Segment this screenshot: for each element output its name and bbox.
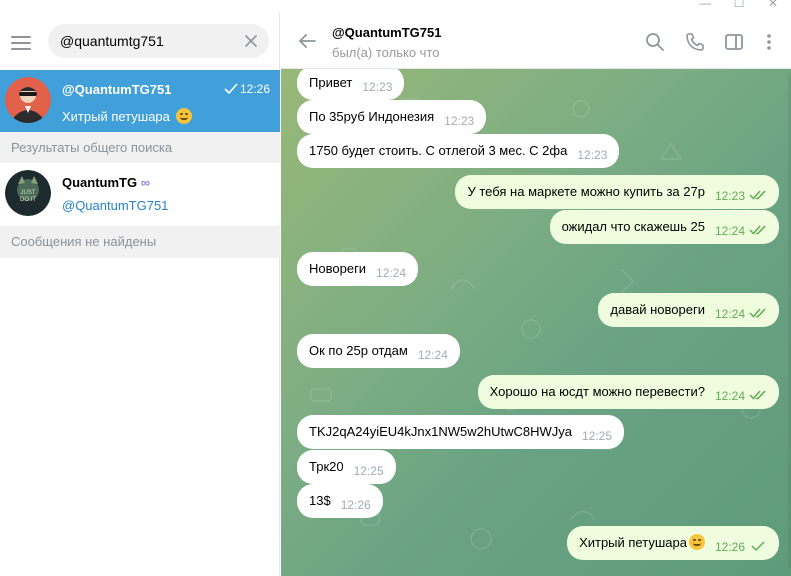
back-arrow-icon[interactable]: [297, 31, 317, 51]
message-bubble-outgoing[interactable]: ожидал что скажешь 25 12:24: [549, 210, 779, 244]
phone-icon[interactable]: [685, 32, 705, 52]
global-search-results-header: Результаты общего поиска: [0, 132, 280, 164]
avatar: [5, 77, 51, 123]
sidebar: @QuantumTG751 12:26 Хитрый петушара Резу…: [0, 12, 280, 576]
smiling-face-emoji-icon: [688, 534, 705, 550]
sidebar-header: [0, 12, 280, 70]
message-time: 12:25: [581, 429, 613, 443]
message-text: Трк20: [309, 459, 344, 474]
read-check-icon: [224, 83, 238, 95]
message-time: 12:24: [376, 266, 407, 280]
chat-time: 12:26: [239, 82, 270, 96]
message-time: 12:24: [714, 389, 745, 403]
sidebar-toggle-icon[interactable]: [724, 32, 744, 52]
message-text: TKJ2qA24yiEU4kJnx1NW5w2hUtwC8HWJya: [309, 424, 572, 439]
global-search-result[interactable]: JUST DO IT QuantumTG ∞ @QuantumTG751: [0, 163, 280, 225]
message-list[interactable]: Привет 12:23 По 35руб Индонезия 12:23 1750…: [281, 69, 791, 576]
message-text: 1750 будет стоить. С отлегой 3 мес. С 2ф…: [309, 143, 568, 158]
search-icon[interactable]: [645, 32, 665, 52]
message-time: 12:25: [353, 464, 384, 478]
svg-text:JUST: JUST: [21, 190, 36, 196]
message-text: давай новореги: [610, 302, 705, 317]
message-bubble-incoming[interactable]: Трк20 12:25: [297, 450, 396, 484]
chat-status: был(а) только что: [332, 45, 440, 60]
message-bubble-incoming[interactable]: Новореги 12:24: [297, 252, 419, 286]
search-input[interactable]: [60, 24, 240, 58]
message-text: ожидал что скажешь 25: [561, 219, 705, 234]
message-text: Хорошо на юсдт можно перевести?: [489, 384, 705, 399]
message-text: Привет: [309, 75, 353, 90]
message-bubble-outgoing[interactable]: Хитрый петушара 12:26: [567, 526, 779, 560]
minimize-button[interactable]: —: [690, 0, 720, 10]
message-bubble-incoming[interactable]: TKJ2qA24yiEU4kJnx1NW5w2hUtwC8HWJya 12:25: [297, 415, 625, 449]
message-text: Хитрый петушара: [579, 535, 687, 550]
window-titlebar: — ☐ ✕: [0, 0, 791, 12]
message-time: 12:24: [714, 224, 745, 238]
double-check-icon: [749, 390, 766, 400]
smiling-face-emoji-icon: [175, 108, 192, 124]
message-time: 12:24: [714, 307, 745, 321]
message-bubble-incoming[interactable]: Привет 12:23: [297, 69, 405, 100]
chat-panel: @QuantumTG751 был(а) только что Привет 1…: [281, 12, 791, 576]
message-bubble-incoming[interactable]: По 35руб Индонезия 12:23: [297, 100, 487, 134]
message-time: 12:23: [362, 80, 393, 94]
messages-not-found-header: Сообщения не найдены: [0, 226, 280, 258]
message-time: 12:23: [444, 114, 475, 128]
double-check-icon: [749, 225, 766, 235]
chat-item-active[interactable]: @QuantumTG751 12:26 Хитрый петушара: [0, 70, 280, 132]
message-bubble-outgoing[interactable]: давай новореги 12:24: [598, 293, 779, 327]
message-text: Новореги: [309, 261, 367, 276]
global-result-name: QuantumTG ∞: [62, 175, 150, 190]
chat-header: @QuantumTG751 был(а) только что: [281, 12, 791, 69]
more-options-icon[interactable]: [759, 32, 779, 52]
close-window-button[interactable]: ✕: [758, 0, 788, 10]
chat-title[interactable]: @QuantumTG751: [332, 25, 441, 40]
message-text: По 35руб Индонезия: [309, 109, 435, 124]
chat-last-message-text: Хитрый петушара: [62, 109, 170, 124]
message-bubble-incoming[interactable]: 13$ 12:26: [297, 484, 383, 518]
message-time: 12:26: [714, 540, 745, 554]
message-bubble-incoming[interactable]: 1750 будет стоить. С отлегой 3 мес. С 2ф…: [297, 134, 620, 168]
message-bubble-outgoing[interactable]: У тебя на маркете можно купить за 27р 12:…: [455, 175, 779, 209]
double-check-icon: [749, 308, 766, 318]
svg-text:DO IT: DO IT: [20, 197, 36, 203]
maximize-button[interactable]: ☐: [724, 0, 754, 10]
message-time: 12:26: [340, 498, 371, 512]
message-text: Ок по 25р отдам: [309, 343, 408, 358]
chat-name: @QuantumTG751: [62, 82, 172, 97]
infinity-icon: ∞: [140, 175, 151, 190]
avatar: JUST DO IT: [5, 170, 51, 216]
message-text: У тебя на маркете можно купить за 27р: [467, 184, 705, 199]
global-result-name-text: QuantumTG: [62, 175, 138, 190]
chat-last-message: Хитрый петушара: [62, 105, 192, 124]
menu-icon[interactable]: [11, 36, 31, 50]
message-text: 13$: [309, 493, 331, 508]
message-bubble-incoming[interactable]: Ок по 25р отдам 12:24: [297, 334, 460, 368]
global-result-username: @QuantumTG751: [62, 198, 169, 213]
message-bubble-outgoing[interactable]: Хорошо на юсдт можно перевести? 12:24: [477, 375, 779, 409]
message-time: 12:24: [417, 348, 448, 362]
message-time: 12:23: [577, 148, 608, 162]
message-time: 12:23: [714, 189, 745, 203]
close-icon[interactable]: [243, 33, 259, 49]
single-check-icon: [751, 541, 765, 552]
double-check-icon: [749, 190, 766, 200]
search-box[interactable]: [48, 24, 269, 58]
